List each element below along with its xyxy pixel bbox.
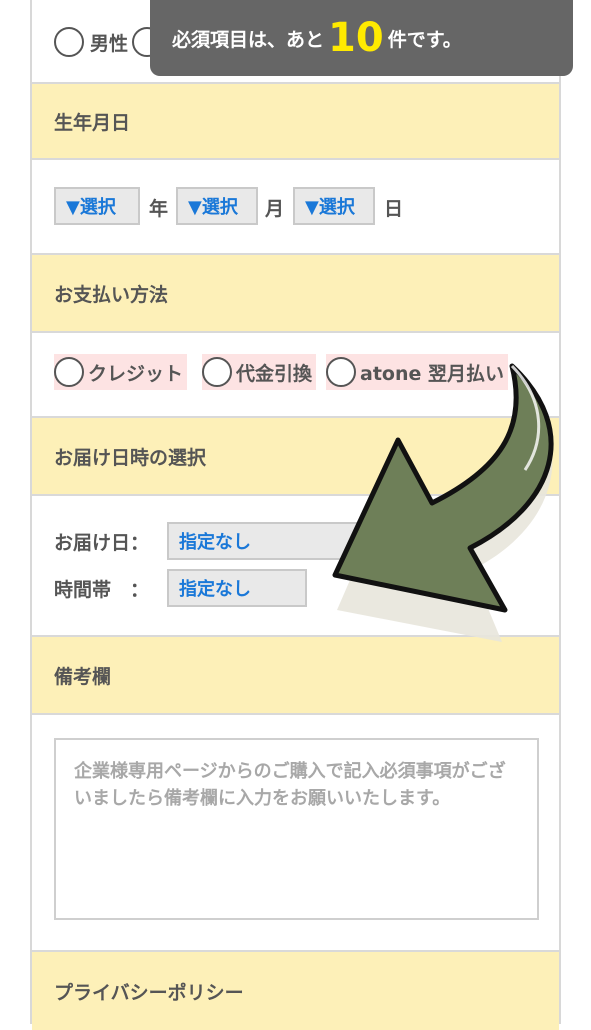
birthday-header: 生年月日 [32,82,559,160]
payment-header: お支払い方法 [32,253,559,333]
payment-option-credit[interactable]: クレジット [54,354,188,390]
birth-month-select[interactable]: ▼選択 [176,187,258,225]
delivery-header: お届け日時の選択 [32,416,559,496]
order-form: 男性 女性 生年月日 ▼選択 年 ▼選択 月 ▼選択 日 お支払い方法 クレジッ… [30,0,561,1030]
birth-year-select[interactable]: ▼選択 [54,187,140,225]
delivery-date-select[interactable]: 指定なし [167,522,387,560]
delivery-date-label: お届け日： [54,532,150,554]
remarks-header: 備考欄 [32,635,559,715]
payment-option-cod[interactable]: 代金引換 [202,354,317,390]
birth-day-select[interactable]: ▼選択 [293,187,375,225]
payment-option-atone[interactable]: atone 翌月払い [326,354,508,390]
remarks-textarea[interactable]: 企業様専用ページからのご購入で記入必須事項がございましたら備考欄に入力をお願いい… [54,738,539,920]
male-radio[interactable] [54,27,84,57]
cod-radio[interactable] [202,357,232,387]
male-label: 男性 [90,32,129,55]
privacy-header: プライバシーポリシー [32,950,559,1030]
year-unit: 年 [149,198,169,220]
delivery-time-select[interactable]: 指定なし [167,569,307,607]
day-unit: 日 [384,198,404,220]
toast-prefix: 必須項目は、あと [172,28,325,51]
toast-suffix: 件です。 [387,28,462,51]
delivery-time-label: 時間帯 ： [54,579,150,601]
required-items-toast: 必須項目は、あと 10 件です。 [150,0,573,76]
month-unit: 月 [265,198,285,220]
toast-count: 10 [328,15,384,61]
credit-radio[interactable] [54,357,84,387]
atone-radio[interactable] [326,357,356,387]
